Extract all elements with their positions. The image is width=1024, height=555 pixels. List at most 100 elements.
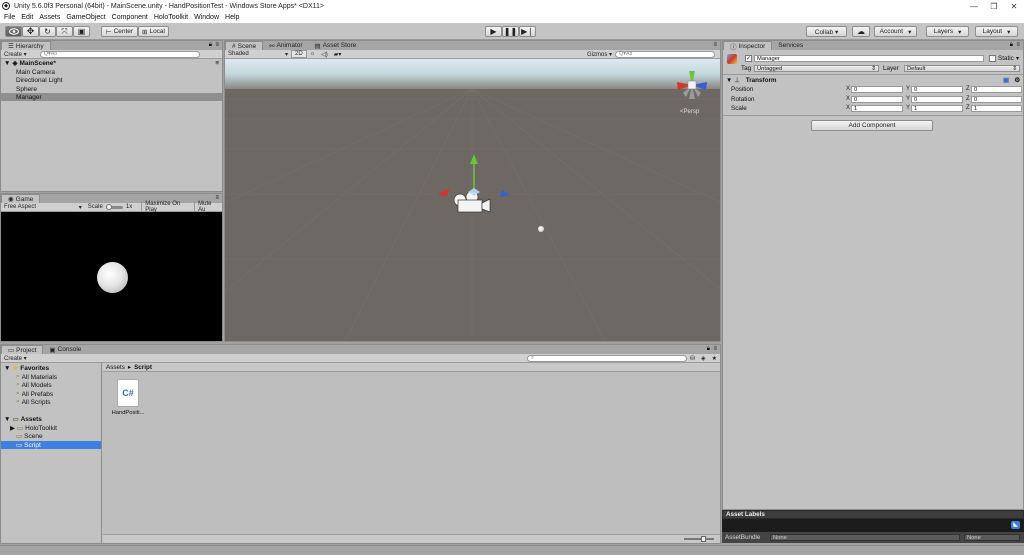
mode-2d-toggle[interactable]: 2D [291,50,307,58]
cloud-button[interactable]: ☁ [852,26,870,37]
sphere-object[interactable] [538,226,544,232]
layers-dropdown[interactable]: Layers ▾ [926,26,969,37]
orientation-gizmo-icon[interactable] [671,65,715,107]
lock-icon[interactable]: 🔒︎ [707,346,710,353]
position-x-field[interactable]: 0 [851,86,903,93]
lighting-toggle[interactable]: ☼ [307,51,319,57]
object-name-input[interactable]: Manager [754,55,984,62]
menu-window[interactable]: Window [194,14,219,21]
static-dropdown-icon[interactable]: ▾ [1016,55,1019,62]
rotation-y-field[interactable]: 0 [911,96,963,103]
play-button[interactable]: ▶ [485,26,502,37]
scene-viewport[interactable]: <Persp [225,59,720,341]
help-icon[interactable]: ▣ [1003,77,1009,84]
pivot-center-button[interactable]: ⊢ Center [101,26,138,37]
favorites-header[interactable]: ▼ ★ Favorites [1,364,101,373]
filter-label-icon[interactable]: ◈ [698,355,709,362]
slider-thumb[interactable] [701,536,706,542]
favorite-item-all-scripts[interactable]: ⌕ All Scripts [1,398,101,406]
view-tool-button[interactable] [5,26,22,37]
panel-menu-icon[interactable]: ≡ [713,42,717,48]
tab-animator[interactable]: ⚯ Animator [263,41,308,50]
close-button[interactable]: ✕ [1004,0,1024,12]
rotation-x-field[interactable]: 0 [851,96,903,103]
rect-tool-button[interactable]: ▣ [73,26,90,37]
rotation-z-field[interactable]: 0 [971,96,1022,103]
hierarchy-search-input[interactable]: Q▾All [39,50,200,58]
space-local-button[interactable]: ⊞ Local [138,26,169,37]
panel-menu-icon[interactable]: ≡ [713,346,717,352]
effects-dropdown[interactable]: ▰▾ [331,51,345,58]
transform-header[interactable]: ▼ ⊥ Transform ▣ ⚙ [723,76,1023,85]
menu-assets[interactable]: Assets [39,14,60,21]
move-tool-button[interactable]: ✥ [22,26,39,37]
layout-dropdown[interactable]: Layout ▾ [975,26,1018,37]
tab-console[interactable]: ▣ Console [43,345,87,354]
tab-scene[interactable]: # Scene [225,41,264,50]
tab-services[interactable]: Services [772,41,809,50]
static-checkbox[interactable] [989,55,996,62]
asset-bundle-variant-dropdown[interactable]: None [964,534,1020,541]
create-dropdown[interactable]: Create ▾ [1,51,30,58]
hierarchy-item-manager[interactable]: Manager [1,93,222,101]
restore-button[interactable]: ❐ [984,0,1004,12]
breadcrumb-root[interactable]: Assets [106,364,125,371]
hierarchy-item-main-camera[interactable]: Main Camera [1,68,222,76]
menu-holotoolkit[interactable]: HoloToolkit [154,14,188,21]
active-checkbox[interactable]: ✓ [745,55,752,62]
position-y-field[interactable]: 0 [911,86,963,93]
asset-bundle-dropdown[interactable]: None [770,534,960,541]
shading-dropdown[interactable]: Shaded ▾ [225,51,291,58]
audio-toggle[interactable]: ◁) [318,51,331,58]
tag-dropdown[interactable]: Untagged ⇕ [754,65,879,72]
game-viewport[interactable] [1,212,222,341]
scale-z-field[interactable]: 1 [971,105,1022,112]
scale-slider[interactable] [105,203,123,210]
tab-game[interactable]: ◉ Game [1,194,41,203]
step-button[interactable]: ▶❘ [519,26,536,37]
tab-asset-store[interactable]: ▤ Asset Store [309,41,363,50]
rotate-tool-button[interactable]: ↻ [39,26,56,37]
scene-root-row[interactable]: ▼ ◈ MainScene* ≡ [1,59,222,68]
folder-scene[interactable]: ▭ Scene [1,432,101,441]
favorite-item-all-prefabs[interactable]: ⌕ All Prefabs [1,390,101,398]
scene-menu-icon[interactable]: ≡ [215,60,219,67]
label-tag-icon[interactable]: ◣ [1011,521,1020,529]
camera-gizmo-icon[interactable] [430,152,520,222]
account-dropdown[interactable]: Account ▾ [874,26,917,37]
tab-inspector[interactable]: ⓘ Inspector [723,41,773,51]
position-z-field[interactable]: 0 [971,86,1022,93]
hierarchy-item-sphere[interactable]: Sphere [1,85,222,93]
menu-component[interactable]: Component [112,14,148,21]
tab-project[interactable]: ▭ Project [1,345,44,354]
panel-menu-icon[interactable]: ≡ [1016,42,1020,48]
assets-header[interactable]: ▼ ▭ Assets [1,415,101,424]
menu-file[interactable]: File [4,14,15,21]
favorite-star-icon[interactable]: ★ [709,355,720,362]
aspect-dropdown[interactable]: Free Aspect ▾ [1,204,85,211]
favorite-item-all-models[interactable]: ⌕ All Models [1,381,101,389]
filter-type-icon[interactable]: ⛁ [687,355,698,362]
projection-label[interactable]: <Persp [680,109,699,115]
project-search-input[interactable]: ⌕ [526,354,687,362]
tab-hierarchy[interactable]: ☰ Hierarchy [1,41,51,50]
menu-help[interactable]: Help [225,14,239,21]
breadcrumb-current[interactable]: Script [134,364,152,371]
folder-script[interactable]: ▭ Script [1,441,101,449]
menu-gameobject[interactable]: GameObject [66,14,105,21]
gizmos-dropdown[interactable]: Gizmos ▾ [584,51,615,58]
minimize-button[interactable]: — [964,0,984,12]
menu-edit[interactable]: Edit [21,14,33,21]
pause-button[interactable]: ❚❚ [502,26,519,37]
scene-search-input[interactable]: Q▾All [615,50,715,58]
add-component-button[interactable]: Add Component [811,120,933,131]
scale-y-field[interactable]: 1 [911,105,963,112]
create-dropdown[interactable]: Create ▾ [1,355,30,362]
folder-holotoolkit[interactable]: ▶ ▭ HoloToolkit [1,424,101,433]
hierarchy-item-directional-light[interactable]: Directional Light [1,76,222,84]
slider-thumb[interactable] [105,203,112,210]
panel-menu-icon[interactable]: ≡ [215,42,219,48]
collab-button[interactable]: Collab ▾ [806,26,847,37]
gear-icon[interactable]: ⚙ [1014,77,1020,84]
favorite-item-all-materials[interactable]: ⌕ All Materials [1,373,101,381]
